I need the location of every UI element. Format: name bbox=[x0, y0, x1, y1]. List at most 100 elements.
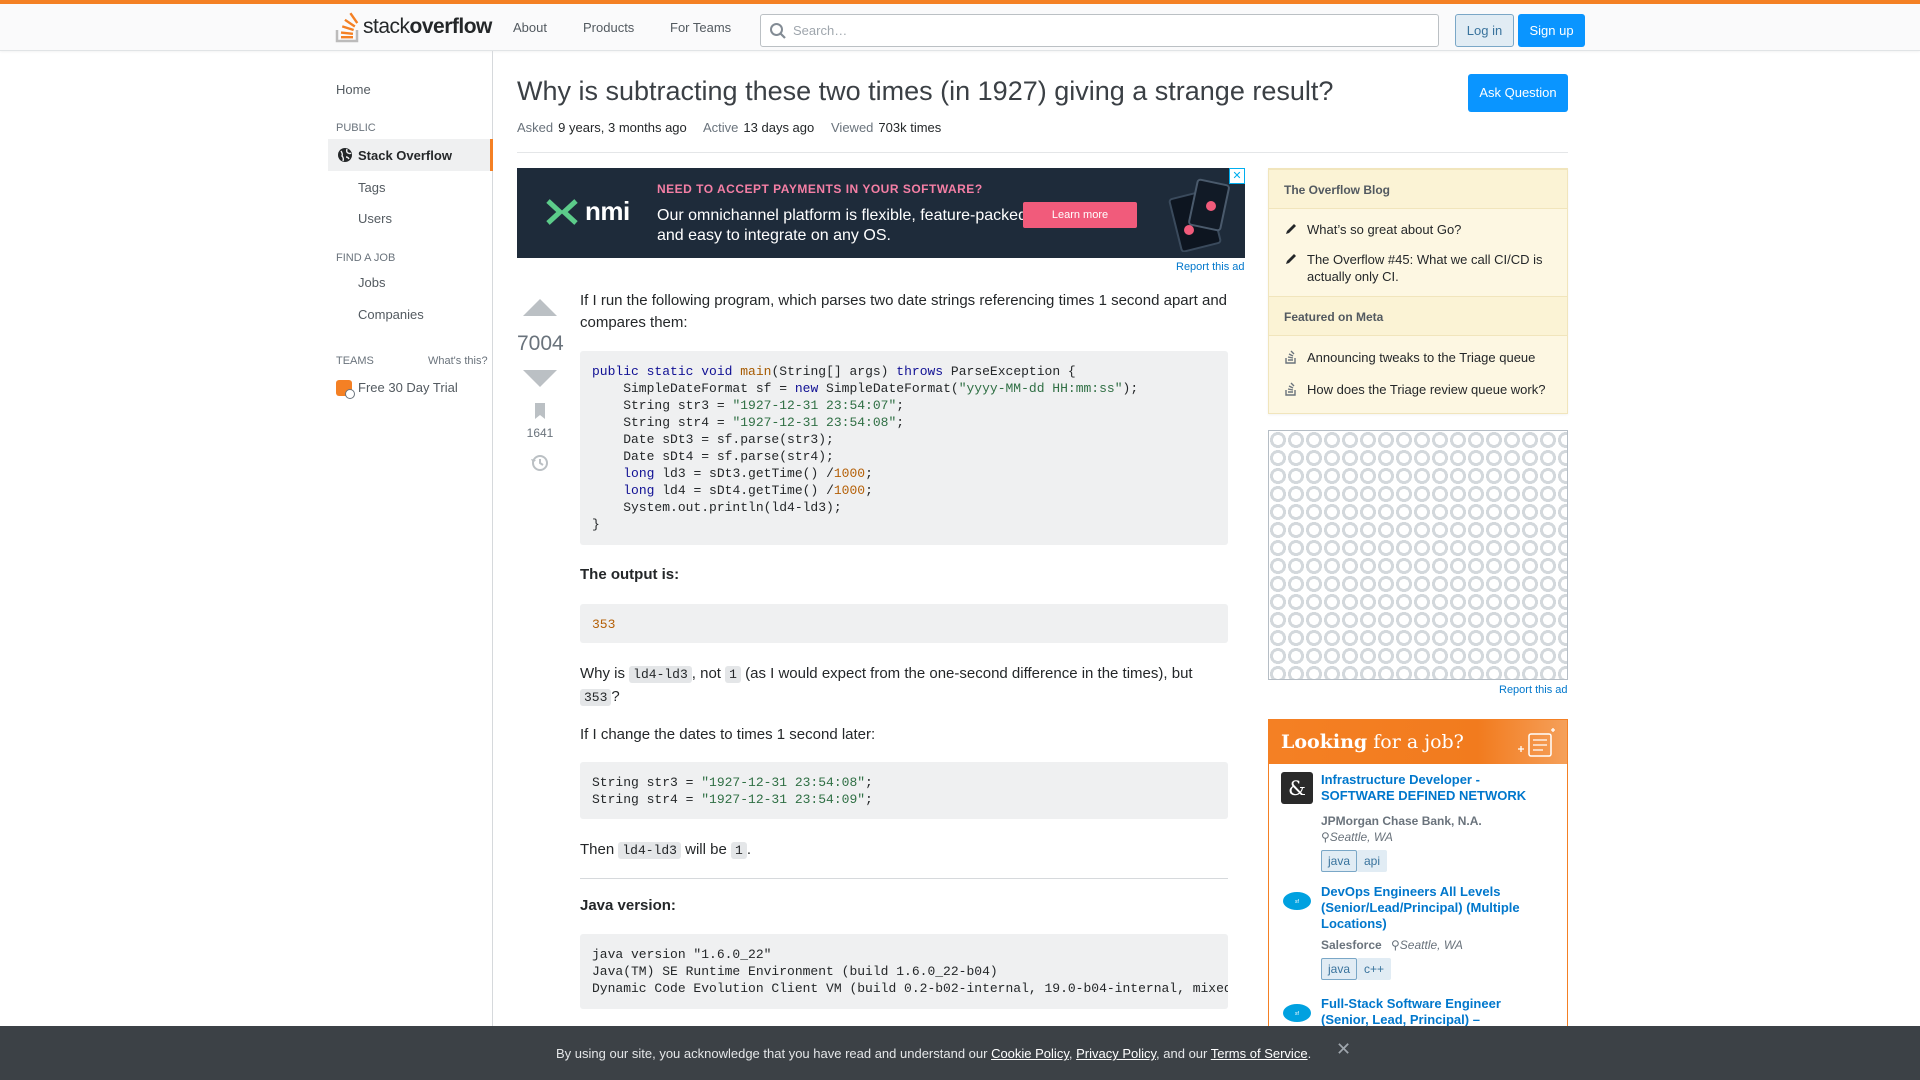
meta-item-label: Announcing tweaks to the Triage queue bbox=[1307, 350, 1536, 365]
question-then-paragraph: Then ld4-ld3 will be 1. bbox=[580, 839, 1228, 862]
then-text-1: Then bbox=[580, 841, 619, 858]
ad-devices-image bbox=[1168, 178, 1230, 252]
active-label: Active bbox=[703, 120, 739, 135]
login-button[interactable]: Log in bbox=[1455, 14, 1514, 47]
upvote-arrow-icon[interactable] bbox=[517, 296, 563, 318]
tag-cpp[interactable]: c++ bbox=[1357, 958, 1392, 980]
jobs-illustration-icon bbox=[1518, 728, 1555, 757]
blog-item-label: The Overflow #45: What we call CI/CD is … bbox=[1307, 252, 1543, 284]
job-location-text: Seattle, WA bbox=[1399, 938, 1463, 952]
ad-brand-logo: nmi bbox=[545, 196, 630, 227]
report-ad-link[interactable]: Report this ad bbox=[1499, 684, 1567, 696]
site-logo[interactable]: stackoverflow bbox=[335, 11, 492, 43]
vote-count: 7004 bbox=[517, 332, 564, 355]
why-text-1: Why is bbox=[580, 665, 630, 682]
sidebar-item-free-trial[interactable]: Free 30 Day Trial bbox=[358, 380, 458, 395]
meta-item[interactable]: How does the Triage review queue work? bbox=[1284, 381, 1559, 398]
logo-text-bold: overflow bbox=[409, 15, 493, 38]
salesforce-logo-icon: sf bbox=[1283, 1004, 1311, 1022]
privacy-policy-link[interactable]: Privacy Policy bbox=[1076, 1046, 1156, 1061]
search-input[interactable] bbox=[793, 23, 1393, 38]
overflow-blog-widget: The Overflow Blog What’s so great about … bbox=[1268, 168, 1568, 414]
nav-about[interactable]: About bbox=[511, 20, 549, 35]
cookie-notice: By using our site, you acknowledge that … bbox=[556, 1046, 1311, 1061]
pencil-icon bbox=[1286, 224, 1296, 234]
cookie-end: . bbox=[1307, 1046, 1312, 1061]
code-block-java-version: java version "1.6.0_22" Java(TM) SE Runt… bbox=[580, 934, 1228, 1009]
job-title[interactable]: DevOps Engineers All Levels (Senior/Lead… bbox=[1321, 884, 1551, 932]
bookmark-icon[interactable] bbox=[517, 402, 563, 420]
viewed-meta: Viewed 703k times bbox=[831, 120, 941, 135]
then-text-2: will be bbox=[680, 841, 731, 858]
sidebar-ad[interactable] bbox=[1268, 430, 1568, 680]
asked-label: Asked bbox=[517, 120, 554, 135]
tag-api[interactable]: api bbox=[1357, 850, 1388, 872]
inline-code: ld4-ld3 bbox=[618, 842, 681, 859]
signup-button[interactable]: Sign up bbox=[1518, 14, 1585, 47]
asked-value: 9 years, 3 months ago bbox=[558, 120, 687, 135]
cookie-policy-link[interactable]: Cookie Policy bbox=[991, 1046, 1069, 1061]
output-heading: The output is: bbox=[580, 566, 680, 583]
tag-java[interactable]: java bbox=[1321, 850, 1358, 872]
code-block-main: public static void main(String[] args) t… bbox=[580, 351, 1228, 545]
asked-meta: Asked 9 years, 3 months ago bbox=[517, 120, 687, 135]
question-change-paragraph: If I change the dates to times 1 second … bbox=[580, 726, 876, 743]
output-code-block: 353 bbox=[580, 604, 1228, 643]
downvote-arrow-icon[interactable] bbox=[517, 368, 563, 390]
report-ad-link[interactable]: Report this ad bbox=[1176, 261, 1244, 273]
nav-products[interactable]: Products bbox=[581, 20, 636, 35]
search-box[interactable] bbox=[760, 14, 1439, 47]
sidebar-section-find-job: FIND A JOB bbox=[336, 252, 396, 264]
job-company: JPMorgan Chase Bank, N.A. bbox=[1321, 814, 1482, 828]
terms-of-service-link[interactable]: Terms of Service bbox=[1211, 1046, 1308, 1061]
history-icon[interactable] bbox=[517, 453, 563, 473]
blog-item[interactable]: The Overflow #45: What we call CI/CD is … bbox=[1284, 251, 1559, 285]
salesforce-logo-icon: sf bbox=[1283, 892, 1311, 910]
sidebar-item-label: Stack Overflow bbox=[358, 148, 452, 163]
sidebar-item-companies[interactable]: Companies bbox=[358, 307, 424, 322]
sidebar-item-home[interactable]: Home bbox=[336, 82, 371, 97]
sidebar-item-jobs[interactable]: Jobs bbox=[358, 275, 385, 290]
stack-exchange-icon bbox=[1285, 382, 1296, 396]
cookie-banner: By using our site, you acknowledge that … bbox=[0, 1026, 1920, 1080]
inline-code: 1 bbox=[731, 842, 747, 859]
job-location-text: Seattle, WA bbox=[1329, 830, 1393, 844]
jobs-heading-rest: for a job? bbox=[1367, 731, 1464, 753]
search-icon bbox=[770, 22, 786, 39]
blog-heading: The Overflow Blog bbox=[1269, 169, 1567, 209]
svg-text:sf: sf bbox=[1295, 1011, 1300, 1017]
jpmorgan-logo-icon: & bbox=[1281, 772, 1313, 804]
inline-code: 353 bbox=[580, 689, 612, 706]
whats-this-link[interactable]: What's this? bbox=[428, 355, 488, 367]
then-text-3: . bbox=[746, 841, 751, 858]
map-pin-icon: ⚲ bbox=[1391, 938, 1400, 952]
sidebar-section-public: PUBLIC bbox=[336, 122, 376, 134]
why-text-4: ? bbox=[611, 688, 620, 705]
question-title[interactable]: Why is subtracting these two times (in 1… bbox=[517, 76, 1333, 107]
close-icon[interactable]: ✕ bbox=[1336, 1039, 1352, 1059]
blog-item-label: What’s so great about Go? bbox=[1307, 222, 1462, 237]
job-location: ⚲Seattle, WA bbox=[1391, 938, 1463, 952]
jobs-heading-bold: Looking bbox=[1281, 731, 1368, 753]
logo-text-light: stack bbox=[363, 15, 410, 38]
cookie-sep: , bbox=[1068, 1046, 1077, 1061]
globe-icon bbox=[338, 148, 352, 162]
ad-banner[interactable]: nmi NEED TO ACCEPT PAYMENTS IN YOUR SOFT… bbox=[517, 168, 1245, 258]
meta-item[interactable]: Announcing tweaks to the Triage queue bbox=[1284, 349, 1559, 366]
bookmark-count: 1641 bbox=[526, 426, 554, 440]
ad-learn-more-button[interactable]: Learn more bbox=[1023, 202, 1137, 228]
ad-close-icon[interactable]: ✕ bbox=[1229, 168, 1245, 184]
tag-java[interactable]: java bbox=[1321, 958, 1358, 980]
active-value[interactable]: 13 days ago bbox=[743, 120, 814, 135]
job-title[interactable]: Infrastructure Developer - SOFTWARE DEFI… bbox=[1321, 772, 1551, 804]
blog-item[interactable]: What’s so great about Go? bbox=[1284, 221, 1559, 238]
sidebar-item-tags[interactable]: Tags bbox=[358, 180, 385, 195]
viewed-value: 703k times bbox=[878, 120, 942, 135]
ask-question-button[interactable]: Ask Question bbox=[1468, 74, 1568, 112]
stack-exchange-icon bbox=[1285, 350, 1296, 364]
cookie-sep: , and our bbox=[1156, 1046, 1211, 1061]
ad-brand-name: nmi bbox=[585, 196, 630, 226]
sidebar-item-users[interactable]: Users bbox=[358, 211, 392, 226]
nav-for-teams[interactable]: For Teams bbox=[668, 20, 733, 35]
job-title[interactable]: Full-Stack Software Engineer (Senior, Le… bbox=[1321, 996, 1551, 1028]
